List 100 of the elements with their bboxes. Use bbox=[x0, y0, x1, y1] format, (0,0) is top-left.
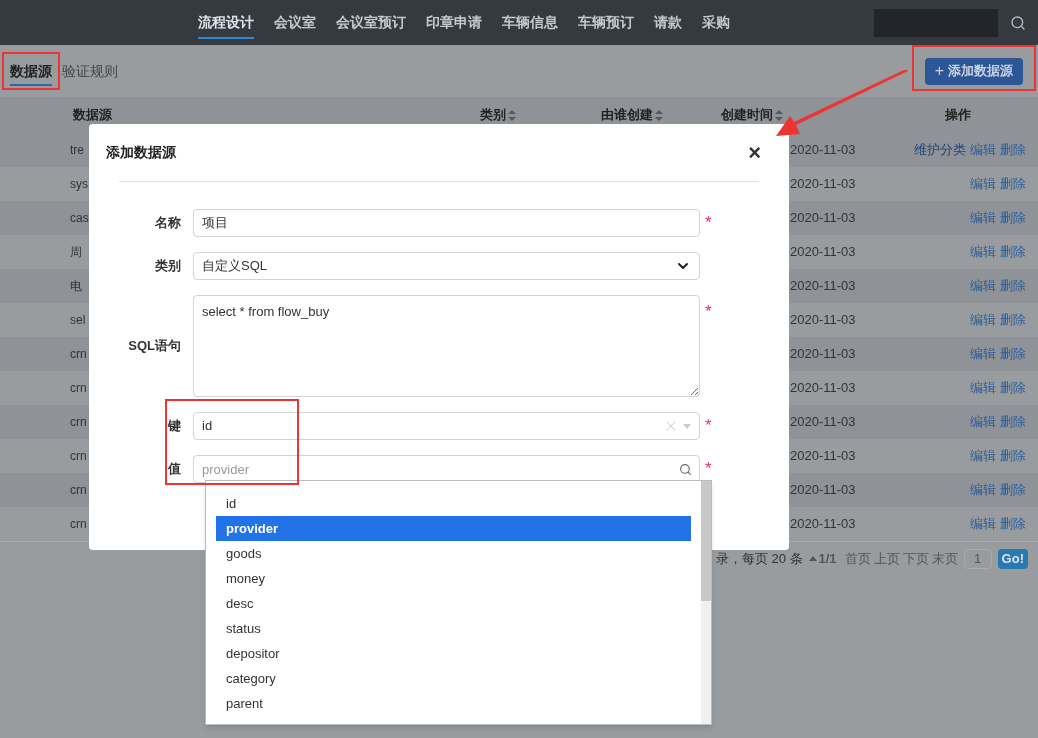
nav-link[interactable]: 流程设计 bbox=[198, 6, 254, 39]
dropdown-option[interactable]: money bbox=[216, 566, 691, 591]
nav-link[interactable]: 采购 bbox=[702, 6, 730, 39]
table-cell-text: crn bbox=[70, 448, 87, 465]
column-header: 操作 bbox=[945, 106, 971, 125]
table-cell-text: tre bbox=[70, 142, 84, 159]
table-cell-text: 2020-11-03 bbox=[790, 243, 857, 262]
value-search-field[interactable]: provider bbox=[193, 455, 700, 483]
action-link[interactable]: 编辑 bbox=[970, 378, 996, 398]
dropdown-option[interactable]: id bbox=[216, 491, 691, 516]
nav-link[interactable]: 车辆信息 bbox=[502, 6, 558, 39]
dropdown-option[interactable]: depositor bbox=[216, 641, 691, 666]
field-label: 键 bbox=[166, 417, 182, 436]
page-link[interactable]: 下页 bbox=[902, 548, 929, 569]
required-asterisk: * bbox=[705, 212, 712, 235]
column-header[interactable]: 由谁创建 bbox=[601, 105, 653, 125]
search-icon[interactable] bbox=[1010, 14, 1026, 31]
table-cell-text: 2020-11-03 bbox=[790, 515, 857, 534]
add-datasource-button[interactable]: + 添加数据源 bbox=[924, 57, 1023, 85]
action-link[interactable]: 删除 bbox=[1000, 208, 1026, 228]
column-header[interactable]: 类别 bbox=[480, 105, 506, 125]
action-link[interactable]: 删除 bbox=[1000, 174, 1026, 194]
action-link[interactable]: 编辑 bbox=[970, 480, 996, 500]
action-link[interactable]: 删除 bbox=[1000, 480, 1026, 500]
action-link[interactable]: 编辑 bbox=[970, 412, 996, 432]
table-cell-text: 2020-11-03 bbox=[790, 311, 857, 330]
nav-link[interactable]: 会议室预订 bbox=[336, 6, 406, 39]
action-link[interactable]: 删除 bbox=[1000, 140, 1026, 160]
table-cell-text: 2020-11-03 bbox=[790, 379, 857, 398]
caret-icon bbox=[683, 423, 691, 429]
close-button[interactable]: × bbox=[748, 141, 761, 164]
required-asterisk: * bbox=[705, 301, 712, 323]
table-cell-text: crn bbox=[70, 414, 87, 431]
annotation-box bbox=[2, 52, 60, 90]
action-link[interactable]: 删除 bbox=[1000, 310, 1026, 330]
dropdown-option[interactable]: desc bbox=[216, 591, 691, 616]
search-icon bbox=[679, 463, 692, 476]
dropdown-option[interactable]: status bbox=[216, 616, 691, 641]
page-input[interactable]: 1 bbox=[963, 548, 992, 569]
category-select[interactable]: 自定义SQL bbox=[193, 252, 700, 280]
column-header[interactable]: 创建时间 bbox=[721, 105, 773, 125]
action-link[interactable]: 删除 bbox=[1000, 344, 1026, 364]
action-link[interactable]: 编辑 bbox=[970, 276, 996, 296]
dialog-title: 添加数据源 bbox=[106, 143, 176, 162]
go-button[interactable]: Go! bbox=[997, 548, 1028, 569]
tab[interactable]: 验证规则 bbox=[62, 56, 118, 86]
key-select[interactable]: id bbox=[193, 412, 700, 440]
table-cell-text: sys bbox=[70, 176, 88, 193]
action-link[interactable]: 删除 bbox=[1000, 514, 1026, 534]
dropdown-option[interactable]: provider bbox=[216, 516, 691, 541]
name-field[interactable]: 项目 bbox=[193, 209, 700, 237]
table-cell-text: 2020-11-03 bbox=[790, 413, 857, 432]
action-link[interactable]: 编辑 bbox=[970, 310, 996, 330]
caret-up-icon bbox=[808, 556, 817, 561]
table-cell-text: 周 bbox=[70, 244, 82, 261]
page-summary: 录，每页 20 条 bbox=[715, 549, 803, 568]
action-link[interactable]: 删除 bbox=[1000, 446, 1026, 466]
action-link[interactable]: 编辑 bbox=[970, 208, 996, 228]
table-cell-text: 2020-11-03 bbox=[790, 277, 857, 296]
nav-link[interactable]: 车辆预订 bbox=[578, 6, 634, 39]
action-link[interactable]: 编辑 bbox=[970, 344, 996, 364]
nav-link[interactable]: 会议室 bbox=[274, 6, 316, 39]
field-label: SQL语句 bbox=[127, 337, 182, 356]
nav-link[interactable]: 印章申请 bbox=[426, 6, 482, 39]
sql-textarea[interactable]: select * from flow_buy bbox=[193, 295, 700, 397]
table-cell-text: crn bbox=[70, 482, 87, 499]
tab[interactable]: 数据源 bbox=[10, 56, 52, 86]
action-link[interactable]: 删除 bbox=[1000, 276, 1026, 296]
table-cell-text: 2020-11-03 bbox=[790, 175, 857, 194]
scrollbar[interactable] bbox=[701, 481, 711, 724]
dropdown-option[interactable]: category bbox=[216, 666, 691, 691]
table-cell-text: 2020-11-03 bbox=[790, 345, 857, 364]
action-link[interactable]: 删除 bbox=[1000, 242, 1026, 262]
action-link[interactable]: 维护分类 bbox=[914, 140, 966, 160]
action-link[interactable]: 编辑 bbox=[970, 446, 996, 466]
page-link[interactable]: 首页 bbox=[844, 548, 871, 569]
nav-link[interactable]: 请款 bbox=[654, 6, 682, 39]
action-link[interactable]: 编辑 bbox=[970, 174, 996, 194]
table-cell-text: 2020-11-03 bbox=[790, 209, 857, 228]
field-label: 名称 bbox=[154, 214, 182, 233]
table-cell-text: cas bbox=[70, 210, 89, 227]
action-link[interactable]: 删除 bbox=[1000, 412, 1026, 432]
required-asterisk: * bbox=[705, 458, 712, 481]
page-link[interactable]: 末页 bbox=[931, 548, 958, 569]
page-count: 1/1 bbox=[818, 549, 837, 568]
action-link[interactable]: 删除 bbox=[1000, 378, 1026, 398]
dropdown-option[interactable]: goods bbox=[216, 541, 691, 566]
table-cell-text: 2020-11-03 bbox=[790, 447, 857, 466]
action-link[interactable]: 编辑 bbox=[970, 514, 996, 534]
column-header: 数据源 bbox=[73, 106, 112, 125]
table-cell-text: crn bbox=[70, 346, 87, 363]
action-link[interactable]: 编辑 bbox=[970, 140, 996, 160]
field-label: 类别 bbox=[154, 257, 182, 276]
dropdown-option[interactable]: parent bbox=[216, 691, 691, 716]
table-cell-text: 电 bbox=[70, 278, 82, 295]
table-cell-text: crn bbox=[70, 380, 87, 397]
field-label: 值 bbox=[166, 460, 182, 479]
table-cell-text: 2020-11-03 bbox=[790, 141, 857, 160]
action-link[interactable]: 编辑 bbox=[970, 242, 996, 262]
page-link[interactable]: 上页 bbox=[873, 548, 900, 569]
